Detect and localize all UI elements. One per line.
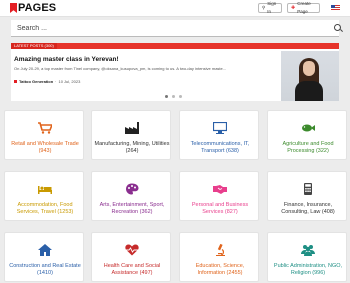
- category-card-telecom[interactable]: Telecommunications, IT, Transport (638): [179, 110, 259, 160]
- category-label: Public Administration, NGO, Religion (99…: [273, 263, 343, 276]
- category-card-education[interactable]: Education, Science, Information (2455): [179, 232, 259, 282]
- create-page-button[interactable]: ✚ Create Page: [287, 1, 320, 14]
- post-image[interactable]: [281, 51, 339, 101]
- category-card-construction[interactable]: Construction and Real Estate (1410): [4, 232, 84, 282]
- top-bar: PAGES ⚲ Sign In ✚ Create Page: [0, 0, 350, 17]
- category-card-health[interactable]: Health Care and Social Assistance (497): [91, 232, 171, 282]
- calculator-icon: [304, 183, 312, 195]
- category-label: Retail and Wholesale Trade (943): [11, 141, 79, 154]
- category-card-retail[interactable]: Retail and Wholesale Trade (943): [4, 110, 84, 160]
- factory-icon: [125, 122, 139, 134]
- carousel-dots: [165, 95, 182, 98]
- post-meta: Tattoo Generation · 10 Jul, 2023: [14, 79, 80, 84]
- category-card-personal-services[interactable]: Personal and Business Services (827): [179, 171, 259, 221]
- language-flag-icon[interactable]: [331, 5, 340, 11]
- sign-in-label: Sign In: [267, 1, 277, 14]
- palette-icon: [126, 183, 139, 195]
- category-label: Agriculture and Food Processing (322): [282, 141, 334, 154]
- category-card-finance[interactable]: Finance, Insurance, Consulting, Law (408…: [267, 171, 347, 221]
- category-card-agriculture[interactable]: Agriculture and Food Processing (322): [267, 110, 347, 160]
- post-title[interactable]: Amazing master class in Yerevan!: [14, 56, 119, 63]
- category-label: Personal and Business Services (827): [191, 202, 249, 215]
- logo-text: PAGES: [18, 2, 57, 14]
- category-label: Health Care and Social Assistance (497): [103, 263, 161, 276]
- category-label: Telecommunications, IT, Transport (638): [190, 141, 250, 154]
- latest-posts-card[interactable]: LATEST POSTS (300) Amazing master class …: [11, 43, 339, 101]
- create-page-label: Create Page: [297, 1, 311, 14]
- category-label: Construction and Real Estate (1410): [9, 263, 81, 276]
- category-card-manufacturing[interactable]: Manufacturing, Mining, Utilities (264): [91, 110, 171, 160]
- heartbeat-icon: [125, 244, 139, 256]
- category-card-accommodation[interactable]: Accommodation, Food Services, Travel (12…: [4, 171, 84, 221]
- category-label: Education, Science, Information (2455): [195, 263, 245, 276]
- post-date: 10 Jul, 2023: [58, 79, 81, 84]
- home-icon: [38, 244, 52, 256]
- monitor-icon: [213, 122, 227, 134]
- category-label: Manufacturing, Mining, Utilities (264): [94, 141, 170, 154]
- carousel-dot[interactable]: [165, 95, 168, 98]
- category-label: Arts, Entertainment, Sport, Recreation (…: [99, 202, 165, 215]
- latest-posts-label: LATEST POSTS (300): [11, 43, 57, 49]
- users-icon: [301, 245, 315, 256]
- carousel-dot[interactable]: [179, 95, 182, 98]
- author-badge-icon: [14, 80, 17, 83]
- search-input[interactable]: [17, 23, 317, 34]
- site-logo[interactable]: PAGES: [10, 2, 56, 14]
- plus-icon: ✚: [291, 5, 296, 11]
- user-icon: ⚲: [262, 5, 266, 10]
- search-bar: [11, 20, 341, 37]
- post-author[interactable]: Tattoo Generation: [19, 79, 53, 84]
- category-card-arts[interactable]: Arts, Entertainment, Sport, Recreation (…: [91, 171, 171, 221]
- post-excerpt: On July 20-29, a top master from Tinel c…: [14, 66, 227, 71]
- microscope-icon: [216, 244, 225, 256]
- logo-bookmark-icon: [10, 3, 17, 13]
- carousel-dot[interactable]: [172, 95, 175, 98]
- category-label: Finance, Insurance, Consulting, Law (408…: [281, 202, 335, 215]
- category-card-public-admin[interactable]: Public Administration, NGO, Religion (99…: [267, 232, 347, 282]
- bed-icon: [38, 186, 52, 194]
- shopping-cart-icon: [38, 122, 52, 134]
- sign-in-button[interactable]: ⚲ Sign In: [258, 1, 282, 14]
- category-label: Accommodation, Food Services, Travel (12…: [16, 202, 74, 215]
- handshake-icon: [213, 185, 227, 194]
- fish-icon: [302, 124, 315, 132]
- search-icon[interactable]: [334, 24, 341, 31]
- latest-posts-header: LATEST POSTS (300): [11, 43, 339, 49]
- post-date-separator: ·: [55, 79, 57, 84]
